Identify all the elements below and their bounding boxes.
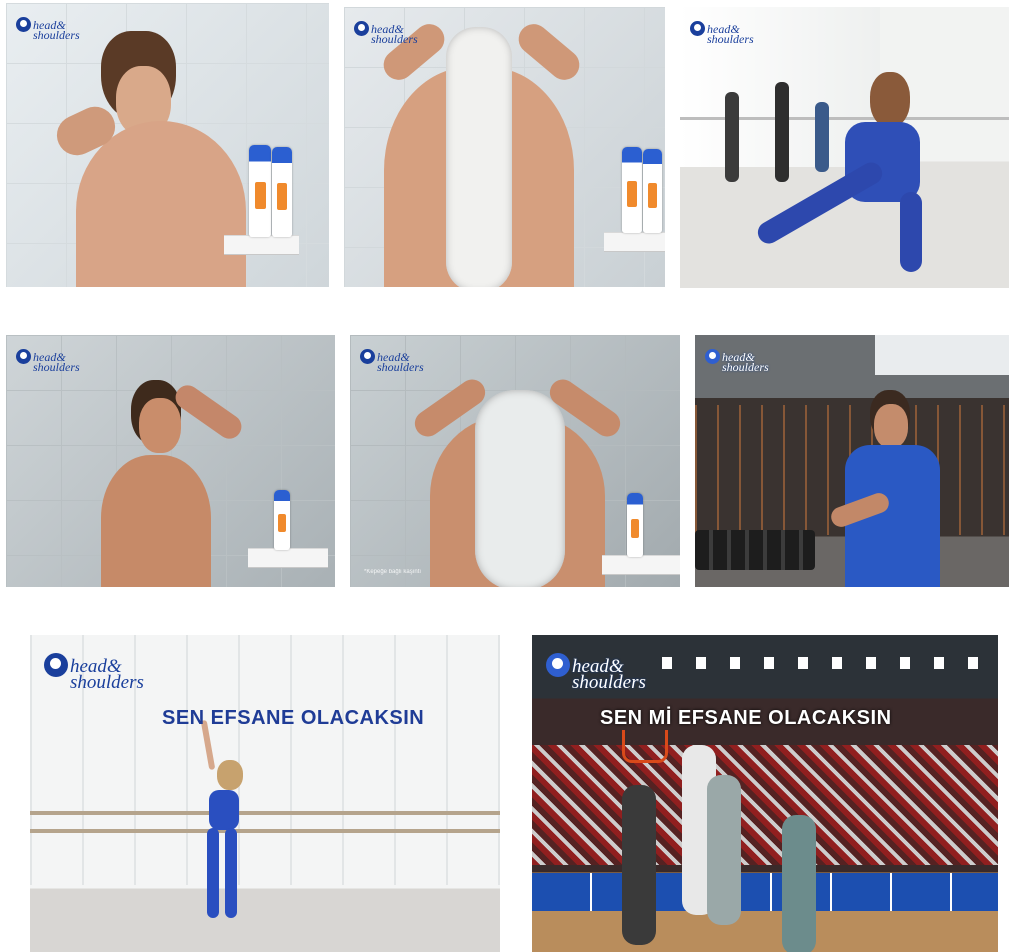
ad-frame-3: head& shoulders	[680, 7, 1009, 288]
shelf	[604, 232, 665, 252]
dancer-figure	[750, 72, 1000, 287]
shelf	[602, 555, 680, 575]
shampoo-bottle	[272, 147, 292, 237]
ad-tagline: SEN EFSANE OLACAKSIN	[162, 707, 425, 729]
shampoo-bottle	[622, 147, 642, 233]
ad-frame-6: head& shoulders	[695, 335, 1009, 587]
logo-icon	[16, 17, 31, 32]
logo-text-line2: shoulders	[33, 28, 80, 42]
disclaimer-text: *Kepeğe bağlı kaşıntı	[364, 569, 422, 575]
arena-lights	[662, 657, 992, 669]
ad-frame-1: head& shoulders	[6, 3, 329, 287]
logo-text-line2: shoulders	[70, 672, 144, 693]
logo-text-line2: shoulders	[572, 672, 646, 693]
ad-frame-5: *Kepeğe bağlı kaşıntı head& shoulders	[350, 335, 680, 587]
basketball-player-figure	[828, 390, 980, 587]
woman-figure	[50, 31, 246, 287]
dumbbell-rack	[695, 530, 815, 570]
shampoo-bottle	[643, 149, 662, 233]
skylight	[875, 335, 1009, 375]
ad-tagline: SEN Mİ EFSANE OLACAKSIN	[600, 707, 892, 729]
ad-frame-8: SEN Mİ EFSANE OLACAKSIN head& shoulders	[532, 635, 998, 952]
logo-text-line2: shoulders	[722, 360, 769, 374]
brand-logo: head& shoulders	[16, 349, 80, 374]
shampoo-bottle	[627, 493, 643, 557]
logo-text-line2: shoulders	[33, 360, 80, 374]
woman-back-figure	[374, 17, 586, 287]
brand-logo: head& shoulders	[44, 653, 144, 693]
shelf	[224, 235, 299, 255]
ad-frame-4: head& shoulders	[6, 335, 335, 587]
logo-icon	[16, 349, 31, 364]
brand-logo: head& shoulders	[16, 17, 80, 42]
logo-text-line2: shoulders	[377, 360, 424, 374]
shelf	[248, 548, 328, 568]
shampoo-bottle	[249, 145, 271, 237]
shampoo-bottle	[274, 490, 290, 550]
brand-logo: head& shoulders	[690, 21, 754, 46]
brand-logo: head& shoulders	[705, 349, 769, 374]
logo-icon	[705, 349, 720, 364]
ad-frame-7: SEN EFSANE OLACAKSIN head& shoulders	[30, 635, 500, 952]
logo-text-line2: shoulders	[371, 32, 418, 46]
logo-icon	[690, 21, 705, 36]
ad-frame-2: head& shoulders	[344, 7, 665, 287]
logo-text-line2: shoulders	[707, 32, 754, 46]
brand-logo: head& shoulders	[360, 349, 424, 374]
man-back-figure	[409, 365, 626, 587]
man-figure	[101, 380, 251, 587]
logo-icon	[354, 21, 369, 36]
logo-icon	[360, 349, 375, 364]
ballerina-figure	[195, 719, 275, 930]
logo-icon	[44, 653, 68, 677]
basketball-players	[622, 745, 862, 952]
logo-icon	[546, 653, 570, 677]
brand-logo: head& shoulders	[354, 21, 418, 46]
brand-logo: head& shoulders	[546, 653, 646, 693]
